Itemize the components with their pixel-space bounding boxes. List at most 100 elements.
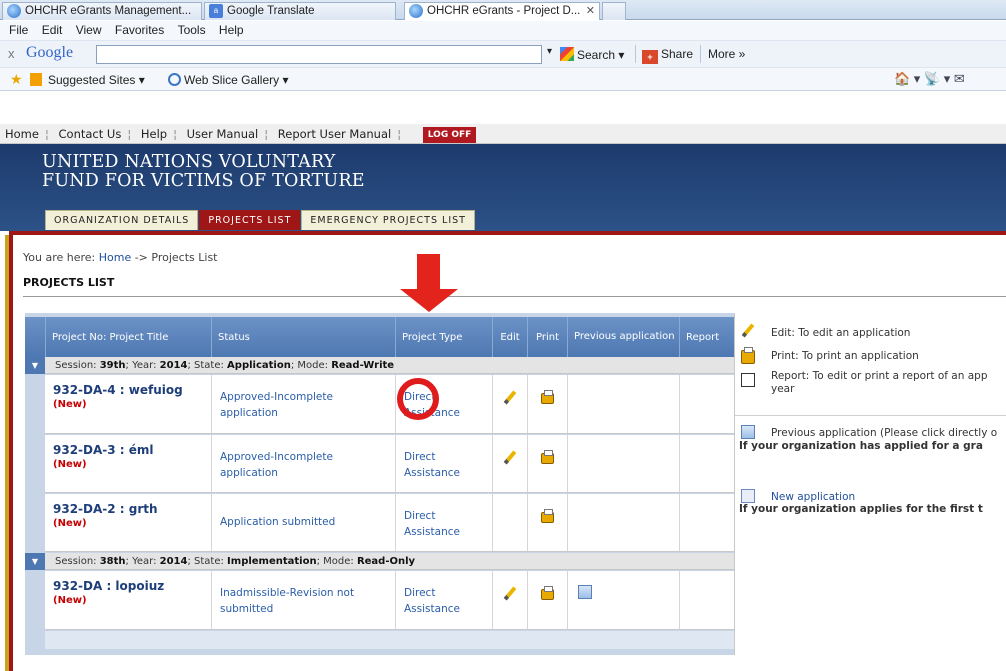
favorites-star-icon[interactable]: ★ — [10, 71, 23, 88]
google-search-input[interactable] — [96, 45, 542, 64]
menu-bar: File Edit View Favorites Tools Help — [0, 21, 1006, 40]
type-cell: Direct Assistance — [395, 435, 492, 492]
table-row: 932-DA-3 : éml (New) Approved-Incomplete… — [45, 435, 735, 493]
print-cell — [527, 375, 567, 433]
session-group-header[interactable]: ▼ Session: 39th; Year: 2014; State: Appl… — [25, 357, 735, 374]
breadcrumb-prefix: You are here: — [23, 251, 99, 264]
pencil-icon[interactable] — [503, 451, 517, 465]
nav-home-link[interactable]: Home — [5, 127, 39, 141]
printer-icon[interactable] — [541, 509, 554, 523]
print-cell — [527, 435, 567, 492]
nav-contact-link[interactable]: Contact Us — [59, 127, 122, 141]
session-year: 2014 — [159, 360, 188, 371]
previous-cell — [567, 494, 679, 551]
web-slice-gallery-link[interactable]: Web Slice Gallery ▾ — [168, 73, 289, 87]
edit-cell — [492, 571, 527, 629]
project-link[interactable]: 932-DA : lopoiuz — [53, 579, 164, 593]
page-title: PROJECTS LIST — [23, 276, 115, 289]
edit-cell — [492, 375, 527, 433]
projects-table: Project No: Project Title Status Project… — [25, 313, 735, 655]
printer-icon[interactable] — [541, 450, 554, 464]
new-tab-button[interactable] — [602, 2, 626, 20]
tab-label: OHCHR eGrants Management... — [25, 5, 192, 17]
session-number: 38th — [99, 556, 126, 567]
browser-tab-project-details[interactable]: OHCHR eGrants - Project D... ✕ — [404, 2, 600, 20]
new-badge: (New) — [53, 459, 87, 470]
legend-new-note: If your organization applies for the fir… — [739, 503, 983, 515]
breadcrumb-separator: -> — [131, 251, 152, 264]
nav-help-link[interactable]: Help — [141, 127, 167, 141]
menu-tools[interactable]: Tools — [178, 23, 206, 37]
command-bar-icons[interactable]: 🏠 ▾ 📡 ▾ ✉ — [894, 71, 965, 87]
tab-emergency-projects-list[interactable]: EMERGENCY PROJECTS LIST — [301, 210, 475, 230]
tab-projects-list[interactable]: PROJECTS LIST — [199, 210, 301, 230]
suggested-sites-link[interactable]: Suggested Sites ▾ — [48, 73, 145, 87]
type-cell: Direct Assistance — [395, 571, 492, 629]
legend-previous-note: If your organization has applied for a g… — [739, 440, 983, 452]
close-toolbar-icon[interactable]: x — [8, 46, 15, 61]
google-search-button[interactable]: Search ▾ — [560, 47, 624, 62]
table-row: 932-DA-4 : wefuiog (New) Approved-Incomp… — [45, 375, 735, 434]
search-dropdown-icon[interactable]: ▾ — [547, 46, 552, 57]
legend-report-year: year — [771, 383, 795, 395]
header-edit: Edit — [492, 317, 527, 357]
pencil-icon[interactable] — [503, 587, 517, 601]
logoff-button[interactable]: LOG OFF — [422, 127, 477, 143]
previous-application-icon[interactable] — [578, 585, 592, 599]
nav-report-manual-link[interactable]: Report User Manual — [278, 127, 391, 141]
header-project-type[interactable]: Project Type — [395, 317, 492, 357]
year-label: ; Year: — [125, 360, 160, 371]
printer-icon[interactable] — [541, 586, 554, 600]
browser-tab-egrants-management[interactable]: OHCHR eGrants Management... — [2, 2, 202, 20]
more-button[interactable]: More » — [708, 47, 745, 61]
printer-icon[interactable] — [541, 390, 554, 404]
breadcrumb: You are here: Home -> Projects List — [23, 251, 218, 264]
tab-label: OHCHR eGrants - Project D... — [427, 5, 581, 17]
tab-label: Google Translate — [227, 5, 315, 17]
google-translate-icon: a — [209, 4, 223, 18]
menu-view[interactable]: View — [76, 23, 102, 37]
project-link[interactable]: 932-DA-2 : grth — [53, 502, 158, 516]
header-print: Print — [527, 317, 567, 357]
menu-favorites[interactable]: Favorites — [115, 23, 164, 37]
nav-separator: ¦ — [173, 127, 177, 141]
menu-edit[interactable]: Edit — [42, 23, 63, 37]
header-status[interactable]: Status — [211, 317, 395, 357]
previous-cell — [567, 375, 679, 433]
menu-file[interactable]: File — [9, 23, 28, 37]
status-cell: Inadmissible-Revision not submitted — [211, 571, 395, 629]
pencil-icon[interactable] — [503, 391, 517, 405]
nav-user-manual-link[interactable]: User Manual — [187, 127, 259, 141]
session-year: 2014 — [159, 556, 188, 567]
site-top-nav: Home ¦ Contact Us ¦ Help ¦ User Manual ¦ Rep… — [0, 124, 1006, 144]
share-icon: + — [642, 50, 658, 64]
type-text: Direct Assistance — [404, 587, 460, 615]
header-project[interactable]: Project No: Project Title — [45, 317, 211, 357]
legend-previous: Previous application (Please click direc… — [771, 427, 998, 439]
new-badge: (New) — [53, 595, 87, 606]
share-button[interactable]: + Share — [642, 47, 693, 64]
browser-tab-bar: OHCHR eGrants Management... a Google Tra… — [0, 0, 1006, 20]
breadcrumb-home-link[interactable]: Home — [99, 251, 131, 264]
tab-organization-details[interactable]: ORGANIZATION DETAILS — [45, 210, 199, 230]
header-previous-application: Previous application — [567, 317, 679, 357]
session-mode: Read-Write — [331, 360, 395, 371]
menu-help[interactable]: Help — [219, 23, 244, 37]
collapse-icon[interactable]: ▼ — [25, 357, 45, 374]
printer-icon — [741, 347, 755, 364]
type-text: Direct Assistance — [404, 510, 460, 538]
browser-tab-google-translate[interactable]: a Google Translate — [204, 2, 396, 20]
status-cell: Approved-Incomplete application — [211, 435, 395, 492]
project-link[interactable]: 932-DA-4 : wefuiog — [53, 383, 183, 397]
session-state: Implementation — [227, 556, 317, 567]
table-row: 932-DA-2 : grth (New) Application submit… — [45, 494, 735, 552]
close-tab-icon[interactable]: ✕ — [586, 3, 595, 19]
session-group-header[interactable]: ▼ Session: 38th; Year: 2014; State: Impl… — [25, 553, 735, 570]
collapse-icon[interactable]: ▼ — [25, 553, 45, 570]
previous-cell — [567, 435, 679, 492]
session-mode: Read-Only — [356, 556, 416, 567]
favorites-bar: ★ Suggested Sites ▾ Web Slice Gallery ▾ … — [0, 67, 1006, 91]
status-cell: Approved-Incomplete application — [211, 375, 395, 433]
project-link[interactable]: 932-DA-3 : éml — [53, 443, 154, 457]
new-badge: (New) — [53, 518, 87, 529]
